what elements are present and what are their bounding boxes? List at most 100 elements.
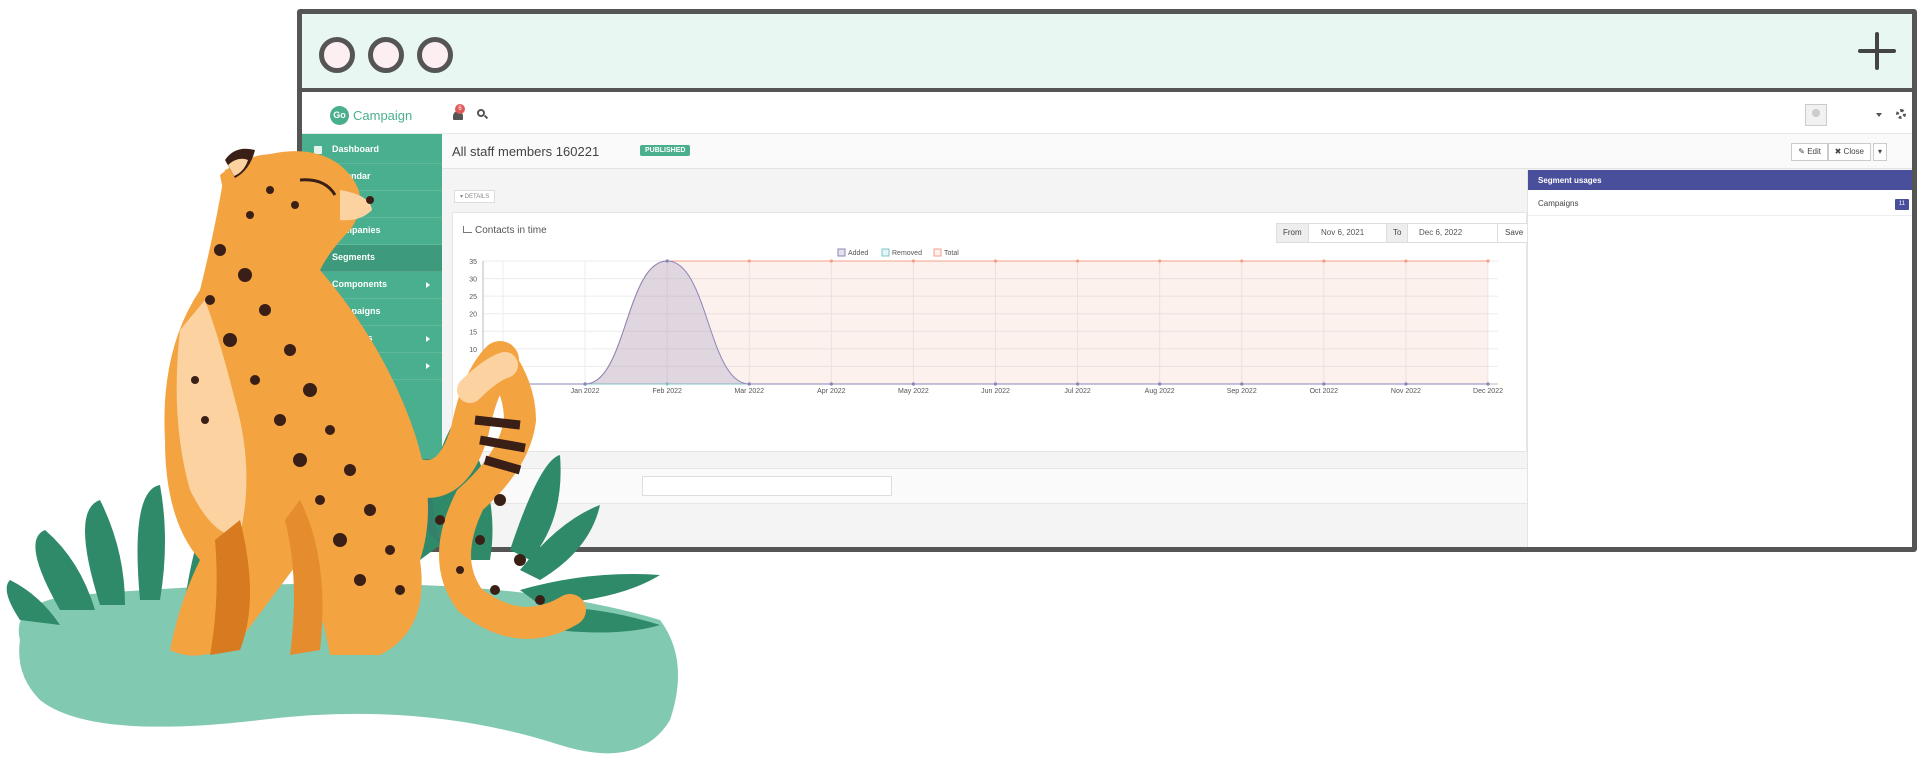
x-tick-label: Jul 2022 bbox=[1064, 388, 1091, 395]
search-icon[interactable] bbox=[477, 109, 489, 120]
more-actions-caret-button[interactable]: ▾ bbox=[1872, 143, 1887, 161]
y-tick-label: 25 bbox=[469, 294, 477, 301]
x-tick-label: Apr 2022 bbox=[817, 388, 846, 395]
sidebar-item-reports[interactable] bbox=[302, 353, 442, 380]
sidebar-item-label: Components bbox=[332, 279, 387, 289]
data-point-added bbox=[583, 382, 587, 386]
sidebar-item-dashboard[interactable]: Dashboard bbox=[302, 137, 442, 164]
user-menu-caret-icon[interactable] bbox=[1876, 113, 1882, 117]
legend-swatch-removed bbox=[881, 248, 890, 257]
sidebar-item-label: Calendar bbox=[332, 171, 371, 181]
x-tick-label: Sep 2022 bbox=[1227, 388, 1257, 395]
data-point-total bbox=[911, 259, 916, 263]
sidebar-item-channels[interactable]: Channels bbox=[302, 326, 442, 353]
usages-row-campaigns[interactable]: Campaigns 11 bbox=[1528, 190, 1912, 216]
data-point-added bbox=[1322, 382, 1326, 386]
notifications-bell-icon[interactable]: 6 bbox=[452, 104, 465, 122]
reports-icon bbox=[314, 362, 322, 370]
close-button-label: Close bbox=[1843, 147, 1864, 156]
to-label: To bbox=[1387, 224, 1409, 242]
data-point-total bbox=[1404, 259, 1408, 263]
sidebar-item-label: Companies bbox=[332, 225, 381, 235]
data-point-added bbox=[1240, 382, 1244, 386]
edit-button[interactable]: ✎ Edit bbox=[1791, 143, 1828, 161]
browser-window: Go Campaign 6 Dashboard Calendar Contact… bbox=[297, 9, 1917, 552]
contacts-in-time-panel: 0 5 10 15 20 25 30 35 Dec 2021 Jan 2022 Feb 2022 Ma… bbox=[452, 212, 1532, 452]
data-point-added bbox=[747, 382, 751, 386]
sidebar-footer bbox=[302, 459, 442, 547]
data-point-total bbox=[1486, 259, 1490, 263]
brand-logo[interactable]: Go Campaign bbox=[330, 105, 412, 125]
data-point-added bbox=[829, 382, 833, 386]
segment-usages-panel: Segment usages Campaigns 11 bbox=[1527, 170, 1912, 547]
components-puzzle-icon bbox=[314, 281, 322, 289]
data-point-added bbox=[1486, 382, 1490, 386]
legend-label-total: Total bbox=[944, 250, 959, 257]
data-point-added bbox=[911, 382, 916, 386]
x-tick-label: Mar 2022 bbox=[734, 388, 764, 395]
edit-button-label: Edit bbox=[1807, 147, 1821, 156]
user-avatar[interactable] bbox=[1805, 104, 1827, 126]
data-point-total bbox=[1158, 259, 1162, 263]
to-date-input[interactable]: Dec 6, 2022 bbox=[1419, 228, 1462, 237]
dashboard-icon bbox=[314, 146, 322, 154]
sidebar-item-companies[interactable]: Companies bbox=[302, 218, 442, 245]
data-point-total bbox=[1075, 259, 1080, 263]
chart-title-text: Contacts in time bbox=[475, 225, 547, 236]
window-minimize-dot[interactable] bbox=[368, 37, 404, 73]
data-point-total bbox=[1322, 259, 1326, 263]
window-maximize-dot[interactable] bbox=[417, 37, 453, 73]
chart-title: Contacts in time bbox=[463, 225, 547, 236]
legend-label-removed: Removed bbox=[892, 250, 922, 257]
y-tick-label: 35 bbox=[469, 259, 477, 266]
data-point-added bbox=[501, 382, 505, 386]
sidebar-item-label: Contacts bbox=[332, 198, 371, 208]
sidebar: Dashboard Calendar Contacts Companies Se… bbox=[302, 134, 442, 547]
sidebar-item-contacts[interactable]: Contacts bbox=[302, 191, 442, 218]
from-date-input[interactable]: Nov 6, 2021 bbox=[1321, 228, 1364, 237]
page-header: All staff members 160221 PUBLISHED ✎ Edi… bbox=[442, 134, 1912, 169]
x-tick-label: Dec 2022 bbox=[1473, 388, 1503, 395]
x-tick-label: Aug 2022 bbox=[1145, 388, 1175, 395]
campaigns-clock-icon bbox=[314, 308, 322, 316]
legend-swatch-total bbox=[933, 248, 942, 257]
channels-rss-icon bbox=[314, 335, 322, 343]
sidebar-item-label: Segments bbox=[332, 252, 376, 262]
logo-mark: Go bbox=[330, 105, 349, 125]
data-point-added bbox=[1075, 382, 1080, 386]
page-title: All staff members 160221 bbox=[452, 144, 600, 159]
sidebar-item-calendar[interactable]: Calendar bbox=[302, 164, 442, 191]
close-button[interactable]: ✖ Close bbox=[1827, 143, 1871, 161]
x-tick-label: Feb 2022 bbox=[652, 388, 682, 395]
sidebar-item-label: Dashboard bbox=[332, 144, 380, 154]
leaves-left bbox=[6, 485, 290, 625]
sidebar-item-campaigns[interactable]: Campaigns bbox=[302, 299, 442, 326]
x-tick-label: Jun 2022 bbox=[981, 388, 1010, 395]
y-tick-label: 10 bbox=[469, 347, 477, 354]
sidebar-item-label: Campaigns bbox=[332, 306, 381, 316]
companies-icon bbox=[314, 227, 322, 235]
sidebar-item-components[interactable]: Components bbox=[302, 272, 442, 299]
notification-badge: 6 bbox=[455, 104, 465, 114]
details-toggle[interactable]: ▾ DETAILS bbox=[454, 190, 496, 203]
grass-mound bbox=[18, 583, 678, 754]
chevron-right-icon bbox=[426, 282, 430, 288]
legend-swatch-added bbox=[837, 248, 846, 257]
segments-pie-icon bbox=[314, 254, 322, 262]
data-point-total bbox=[829, 259, 833, 263]
sidebar-item-segments[interactable]: Segments bbox=[302, 245, 442, 272]
window-close-dot[interactable] bbox=[319, 37, 355, 73]
contacts-chart: 0 5 10 15 20 25 30 35 Dec 2021 Jan 2022 Feb 2022 Ma… bbox=[469, 248, 1503, 395]
to-date-group: To Dec 6, 2022 bbox=[1386, 223, 1498, 243]
data-point-total bbox=[1240, 259, 1244, 263]
new-tab-plus-icon[interactable] bbox=[1858, 32, 1896, 70]
settings-gear-icon[interactable] bbox=[1896, 109, 1906, 119]
legend-label-added: Added bbox=[848, 250, 868, 257]
filters-input[interactable] bbox=[642, 476, 892, 496]
line-chart-icon bbox=[463, 226, 472, 233]
data-point-added bbox=[1404, 382, 1408, 386]
segment-content: ▾ DETAILS 0 5 10 15 20 25 30 35 Dec 2021 Jan 2022… bbox=[442, 170, 1532, 547]
filters-band bbox=[442, 468, 1527, 504]
x-tick-label: Dec 2021 bbox=[488, 388, 518, 395]
app-container: Go Campaign 6 Dashboard Calendar Contact… bbox=[302, 96, 1912, 547]
